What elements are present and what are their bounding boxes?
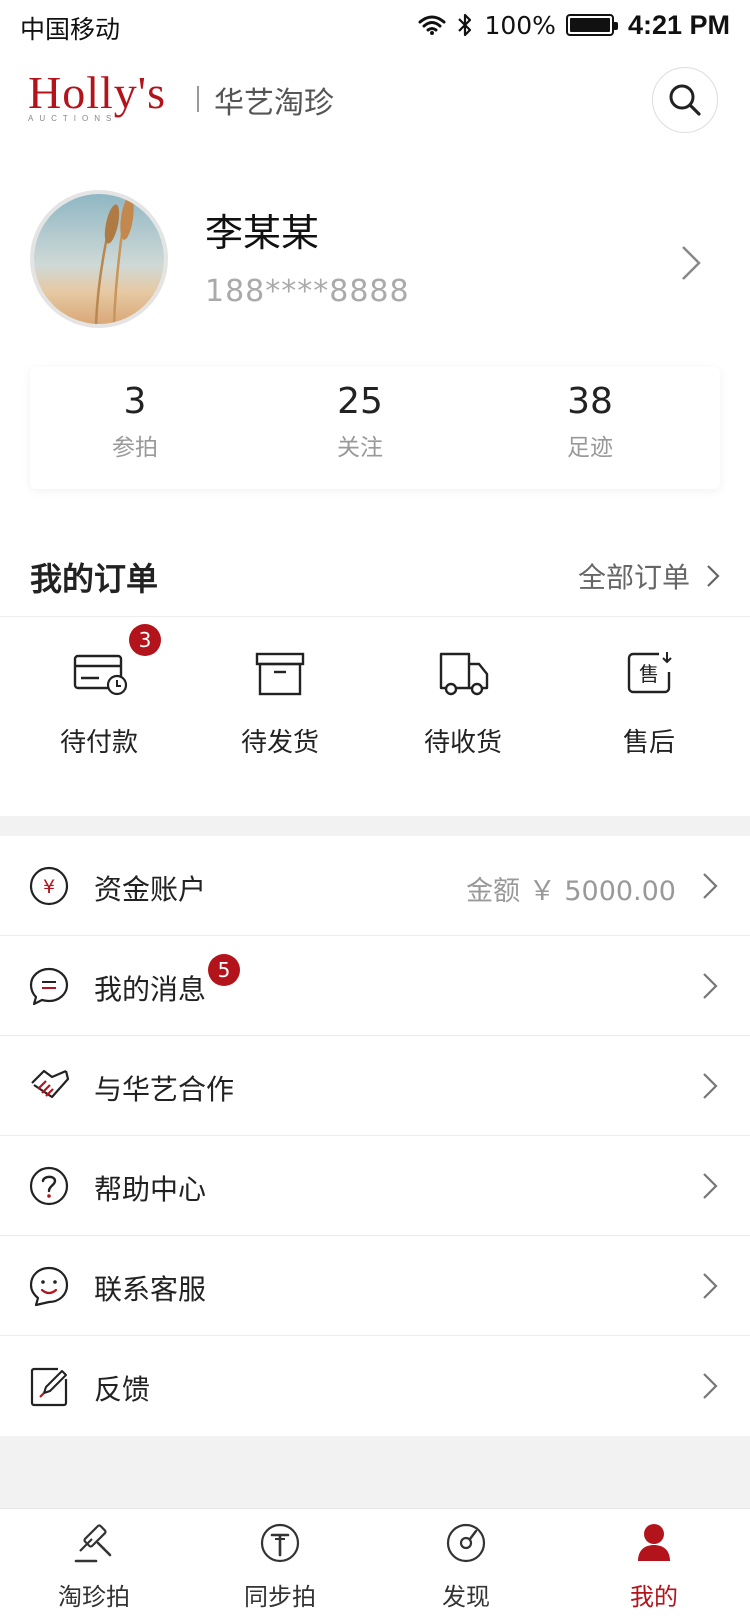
message-badge: 5 [208,954,240,986]
logo-text: Holly's [28,67,166,118]
user-phone: 188****8888 [205,274,410,309]
box-icon [255,652,305,696]
feedback-icon [30,1367,68,1407]
menu-cooperate[interactable]: 与华艺合作 [0,1036,750,1136]
order-pending-receipt[interactable]: 待收货 [388,648,538,759]
tab-label: 我的 [630,1583,678,1611]
menu-fund-account[interactable]: ¥ 资金账户 金额 ￥ 5000.00 [0,836,750,936]
service-icon [29,1266,69,1307]
menu-label: 帮助中心 [94,1173,207,1206]
menu-label: 我的消息 [94,973,207,1006]
help-icon [29,1166,69,1206]
hollys-logo[interactable]: Holly's AUCTIONS [28,67,166,124]
menu-label: 反馈 [94,1373,151,1406]
status-bar: 中国移动 100% 4:21 PM [0,0,750,52]
battery-percent: 100% [484,10,556,40]
carrier-name: 中国移动 [20,15,121,44]
order-label: 待发货 [240,728,319,758]
tab-sync-auction[interactable]: 同步拍 [220,1521,340,1612]
tab-bar: 淘珍拍 同步拍 发现 我的 [0,1508,750,1624]
battery-icon [565,14,618,36]
tab-mine[interactable]: 我的 [594,1521,714,1612]
app-header: Holly's AUCTIONS 华艺淘珍 [0,52,750,152]
wifi-icon [418,15,446,35]
stats-card: 3 参拍 25 关注 38 足迹 [30,367,720,489]
chevron-right-icon [703,1373,718,1399]
menu-label: 与华艺合作 [94,1073,235,1106]
avatar[interactable] [30,190,168,328]
tab-label: 发现 [442,1583,490,1611]
order-badge: 3 [129,624,161,656]
menu-list: ¥ 资金账户 金额 ￥ 5000.00 我的消息 5 与华艺合作 帮助中心 联系… [0,836,750,1436]
chevron-right-icon [703,873,718,899]
menu-label: 资金账户 [94,873,207,906]
all-orders-label: 全部订单 [577,561,690,594]
menu-feedback[interactable]: 反馈 [0,1336,750,1436]
card-clock-icon [73,654,128,696]
gavel-icon [74,1524,112,1563]
account-balance: 金额 ￥ 5000.00 [466,876,676,907]
order-pending-shipment[interactable]: 待发货 [205,648,355,759]
after-sale-icon: 售 [627,652,672,694]
tab-taozhen-auction[interactable]: 淘珍拍 [34,1521,154,1612]
chevron-right-icon [703,1073,718,1099]
tab-label: 淘珍拍 [58,1583,130,1611]
order-label: 售后 [622,728,675,758]
menu-messages[interactable]: 我的消息 5 [0,936,750,1036]
order-pending-payment[interactable]: 待付款 3 [24,624,174,759]
tab-discover[interactable]: 发现 [406,1521,526,1612]
tab-label: 同步拍 [244,1583,316,1611]
chevron-right-icon[interactable] [680,244,702,282]
orders-title: 我的订单 [30,560,159,598]
stat-history[interactable]: 38 足迹 [510,381,670,462]
sync-auction-icon [260,1523,300,1563]
user-icon [638,1524,670,1561]
svg-text:售: 售 [639,662,659,686]
stat-bids[interactable]: 3 参拍 [55,381,215,462]
truck-icon [439,652,489,696]
menu-customer-service[interactable]: 联系客服 [0,1236,750,1336]
search-icon [669,84,701,116]
chevron-right-icon [703,1273,718,1299]
clock: 4:21 PM [627,9,730,40]
logo-divider [197,86,199,112]
profile-section: 李某某 188****8888 3 参拍 25 关注 38 足迹 [0,152,750,542]
order-label: 待收货 [423,728,502,758]
bluetooth-icon [458,13,472,37]
svg-text:¥: ¥ [43,876,55,898]
brand-name: 华艺淘珍 [214,86,334,121]
chevron-right-icon [703,973,718,999]
status-indicators: 100% 4:21 PM [418,8,730,42]
order-after-sale[interactable]: 售 售后 [574,648,724,759]
stat-value: 25 [337,381,383,422]
menu-label: 联系客服 [94,1273,207,1306]
discover-icon [446,1523,486,1563]
handshake-icon [31,1069,70,1099]
stat-value: 3 [123,381,147,422]
message-icon [29,967,69,1006]
stat-follows[interactable]: 25 关注 [280,381,440,462]
search-button[interactable] [652,67,718,133]
menu-help-center[interactable]: 帮助中心 [0,1136,750,1236]
stat-label: 参拍 [112,435,158,461]
orders-section: 我的订单 全部订单 待付款 3 待发货 待收货 售 售后 [0,542,750,816]
stat-label: 关注 [337,435,383,461]
chevron-right-icon [703,1173,718,1199]
stat-label: 足迹 [567,435,613,461]
all-orders-link[interactable]: 全部订单 [578,556,720,596]
stat-value: 38 [567,381,613,422]
order-label: 待付款 [59,728,138,758]
chevron-right-icon [707,565,720,587]
divider [0,616,750,617]
user-name: 李某某 [205,211,320,255]
yuan-icon: ¥ [29,866,69,906]
